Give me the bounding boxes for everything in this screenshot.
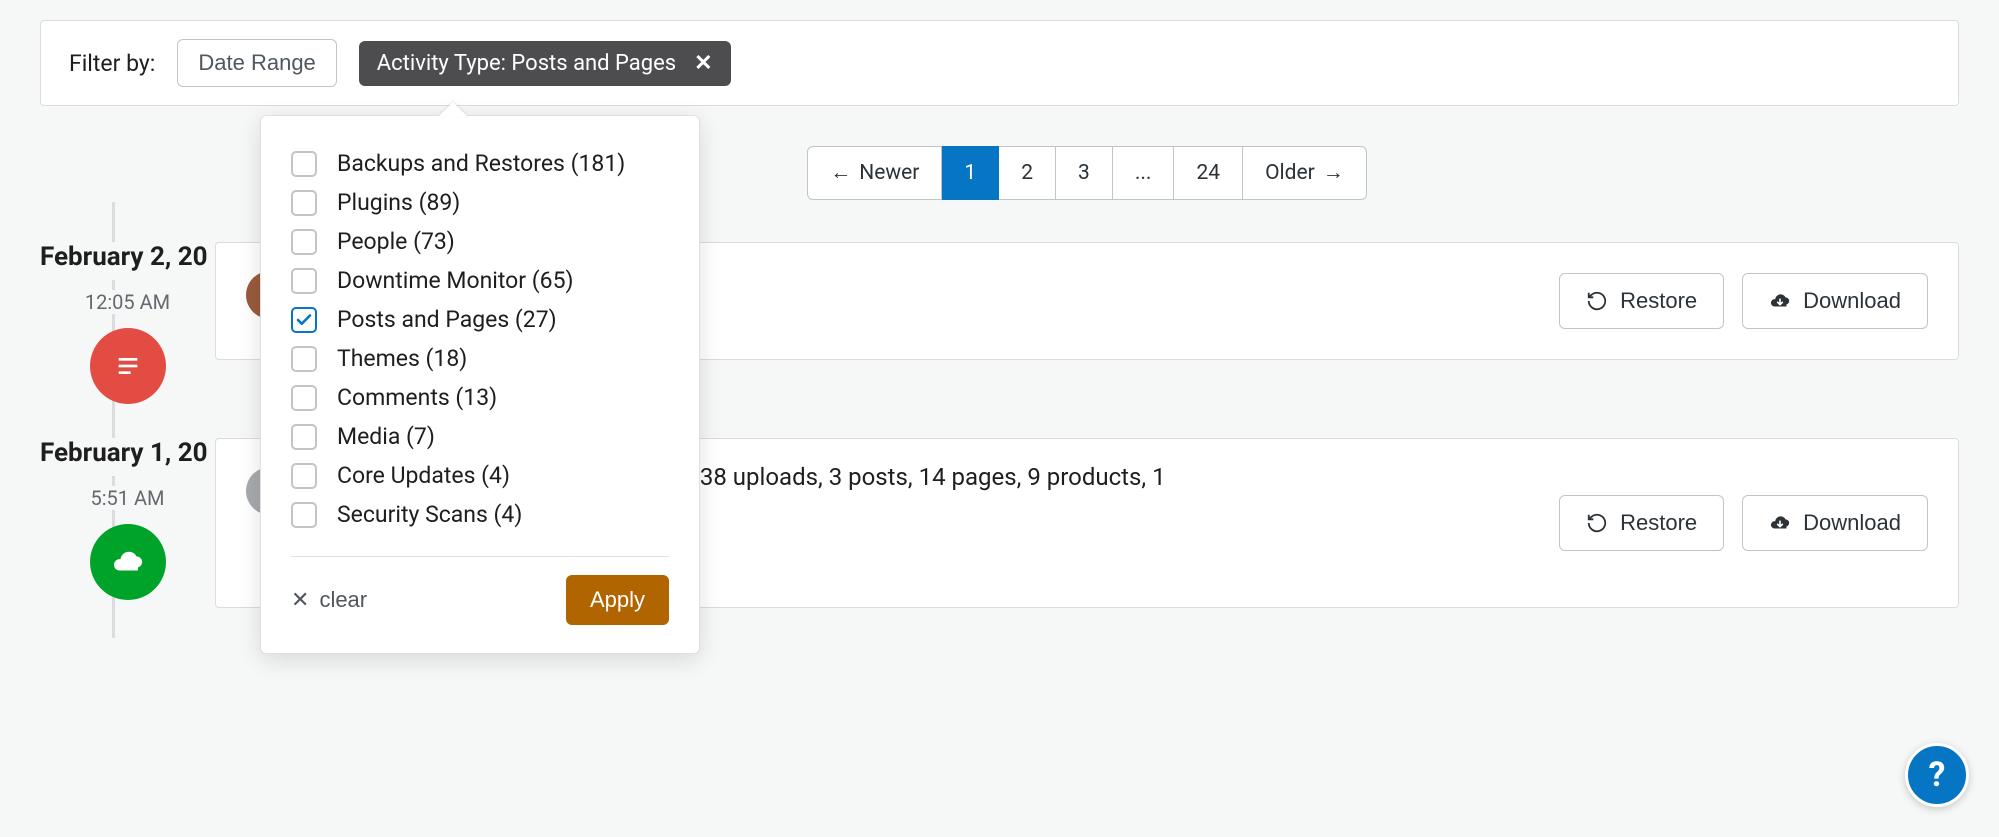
dropdown-row[interactable]: People (73) <box>291 222 669 261</box>
dropdown-row[interactable]: Posts and Pages (27) <box>291 300 669 339</box>
date-heading: February 1, 20 <box>40 438 215 476</box>
restore-icon <box>1586 512 1608 534</box>
checkbox-icon[interactable] <box>291 151 317 177</box>
restore-label: Restore <box>1620 510 1697 536</box>
activity-time: 5:51 AM <box>40 486 215 510</box>
pager-page[interactable]: 24 <box>1174 146 1243 200</box>
pager-newer[interactable]: ← Newer <box>807 146 942 200</box>
dropdown-row[interactable]: Backups and Restores (181) <box>291 144 669 183</box>
dropdown-label: Backups and Restores (181) <box>337 150 625 177</box>
apply-button[interactable]: Apply <box>566 575 669 625</box>
close-icon: ✕ <box>291 587 309 613</box>
restore-label: Restore <box>1620 288 1697 314</box>
dropdown-row[interactable]: Security Scans (4) <box>291 495 669 534</box>
dropdown-label: Downtime Monitor (65) <box>337 267 574 294</box>
download-button[interactable]: Download <box>1742 495 1928 551</box>
cloud-download-icon <box>1769 290 1791 312</box>
checkbox-icon[interactable] <box>291 385 317 411</box>
dropdown-label: Plugins (89) <box>337 189 460 216</box>
activity-type-dropdown: Backups and Restores (181) Plugins (89) … <box>260 115 700 654</box>
dropdown-row[interactable]: Themes (18) <box>291 339 669 378</box>
download-button[interactable]: Download <box>1742 273 1928 329</box>
dropdown-row[interactable]: Downtime Monitor (65) <box>291 261 669 300</box>
activity-dot-post-icon <box>90 328 166 404</box>
pager-ellipsis: ... <box>1113 146 1175 200</box>
dropdown-label: Core Updates (4) <box>337 462 510 489</box>
date-heading: February 2, 20 <box>40 242 215 280</box>
pager-older-label: Older <box>1265 161 1315 185</box>
restore-button[interactable]: Restore <box>1559 273 1724 329</box>
activity-dot-backup-icon <box>90 524 166 600</box>
dropdown-label: Security Scans (4) <box>337 501 522 528</box>
dropdown-label: Media (7) <box>337 423 435 450</box>
pager-newer-label: Newer <box>859 161 919 185</box>
pager-older[interactable]: Older → <box>1243 146 1367 200</box>
arrow-left-icon: ← <box>830 161 851 185</box>
checkbox-icon[interactable] <box>291 268 317 294</box>
arrow-right-icon: → <box>1323 161 1344 185</box>
activity-type-chip[interactable]: Activity Type: Posts and Pages ✕ <box>359 41 731 86</box>
chip-remove-icon[interactable]: ✕ <box>694 51 712 76</box>
help-fab[interactable]: ? <box>1905 743 1969 807</box>
filter-label: Filter by: <box>69 50 155 77</box>
pager-page[interactable]: 3 <box>1056 146 1113 200</box>
pager-page[interactable]: 2 <box>999 146 1056 200</box>
checkbox-icon[interactable] <box>291 463 317 489</box>
checkbox-icon[interactable] <box>291 424 317 450</box>
dropdown-separator <box>291 556 669 557</box>
download-label: Download <box>1803 288 1901 314</box>
dropdown-label: People (73) <box>337 228 455 255</box>
checkbox-icon[interactable] <box>291 190 317 216</box>
restore-button[interactable]: Restore <box>1559 495 1724 551</box>
checkbox-icon[interactable] <box>291 229 317 255</box>
dropdown-label: Posts and Pages (27) <box>337 306 557 333</box>
dropdown-row[interactable]: Comments (13) <box>291 378 669 417</box>
dropdown-row[interactable]: Media (7) <box>291 417 669 456</box>
chip-label: Activity Type: Posts and Pages <box>377 51 676 76</box>
dropdown-row[interactable]: Core Updates (4) <box>291 456 669 495</box>
pager-page[interactable]: 1 <box>942 146 999 200</box>
checkbox-icon[interactable] <box>291 502 317 528</box>
clear-button[interactable]: ✕ clear <box>291 587 367 613</box>
restore-icon <box>1586 290 1608 312</box>
dropdown-label: Comments (13) <box>337 384 497 411</box>
filter-bar: Filter by: Date Range Activity Type: Pos… <box>40 20 1959 106</box>
checkbox-icon[interactable] <box>291 346 317 372</box>
date-range-button[interactable]: Date Range <box>177 39 336 87</box>
dropdown-label: Themes (18) <box>337 345 467 372</box>
cloud-download-icon <box>1769 512 1791 534</box>
clear-label: clear <box>319 587 367 613</box>
dropdown-row[interactable]: Plugins (89) <box>291 183 669 222</box>
download-label: Download <box>1803 510 1901 536</box>
pager: ← Newer 1 2 3 ... 24 Older → <box>807 146 1366 200</box>
activity-time: 12:05 AM <box>40 290 215 314</box>
checkbox-icon[interactable] <box>291 307 317 333</box>
